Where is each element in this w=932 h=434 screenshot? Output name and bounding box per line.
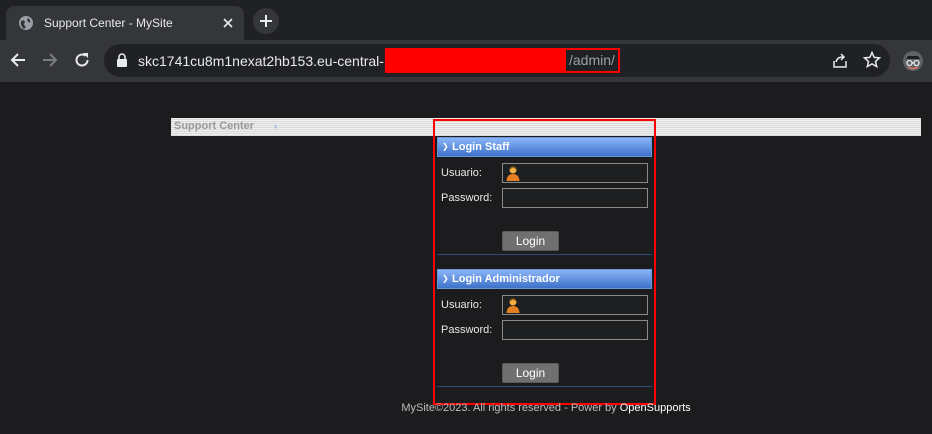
reload-icon — [75, 53, 89, 67]
incognito-profile-icon[interactable] — [902, 50, 924, 72]
admin-login-section: ❯ Login Administrador Usuario: Password:… — [437, 269, 652, 387]
url-host: skc1741cu8m1nexat2hb153.eu-central-1 — [138, 53, 392, 69]
user-icon — [505, 165, 521, 181]
admin-password-label: Password: — [441, 324, 493, 336]
admin-usuario-label: Usuario: — [441, 299, 482, 311]
browser-tab[interactable]: Support Center - MySite — [6, 6, 244, 40]
redaction-block — [385, 48, 566, 73]
tab-strip: Support Center - MySite — [0, 0, 932, 40]
staff-login-header: ❯ Login Staff — [437, 137, 652, 157]
url-path: /admin/ — [564, 48, 620, 73]
reload-button[interactable] — [71, 49, 93, 71]
footer: MySite©2023. All rights reserved - Power… — [0, 402, 932, 414]
opensupports-link[interactable]: OpenSupports — [620, 402, 691, 414]
lock-icon[interactable] — [116, 53, 130, 67]
globe-icon — [18, 15, 34, 31]
staff-password-input[interactable] — [502, 188, 648, 208]
forward-button[interactable] — [39, 49, 61, 71]
admin-password-input[interactable] — [502, 320, 648, 340]
back-button[interactable] — [7, 49, 29, 71]
staff-login-title: Login Staff — [452, 141, 510, 153]
staff-usuario-input[interactable] — [502, 163, 648, 183]
admin-login-title: Login Administrador — [452, 273, 560, 285]
admin-login-header: ❯ Login Administrador — [437, 269, 652, 289]
footer-text: MySite©2023. All rights reserved - Power… — [401, 402, 620, 414]
chevron-right-icon: › — [274, 121, 277, 131]
chevron-right-icon: ❯ — [442, 274, 449, 283]
staff-login-section: ❯ Login Staff Usuario: Password: Login — [437, 137, 652, 255]
tab-title: Support Center - MySite — [44, 16, 173, 30]
staff-usuario-label: Usuario: — [441, 167, 482, 179]
arrow-right-icon — [43, 53, 58, 67]
page-content: Support Center › ❯ Login Staff Usuario: … — [0, 82, 932, 434]
chevron-right-icon: ❯ — [442, 142, 449, 151]
plus-icon — [260, 15, 272, 27]
arrow-left-icon — [10, 53, 25, 67]
support-center-title[interactable]: Support Center — [174, 120, 254, 132]
user-icon — [505, 297, 521, 313]
browser-toolbar: skc1741cu8m1nexat2hb153.eu-central-1 /ad… — [0, 40, 932, 82]
share-icon[interactable] — [831, 52, 849, 70]
address-bar[interactable]: skc1741cu8m1nexat2hb153.eu-central-1 /ad… — [104, 44, 890, 77]
admin-login-button[interactable]: Login — [502, 363, 559, 383]
staff-password-label: Password: — [441, 192, 493, 204]
star-icon[interactable] — [862, 50, 882, 69]
new-tab-button[interactable] — [253, 8, 279, 34]
admin-usuario-input[interactable] — [502, 295, 648, 315]
close-icon[interactable] — [220, 15, 236, 31]
staff-login-button[interactable]: Login — [502, 231, 559, 251]
